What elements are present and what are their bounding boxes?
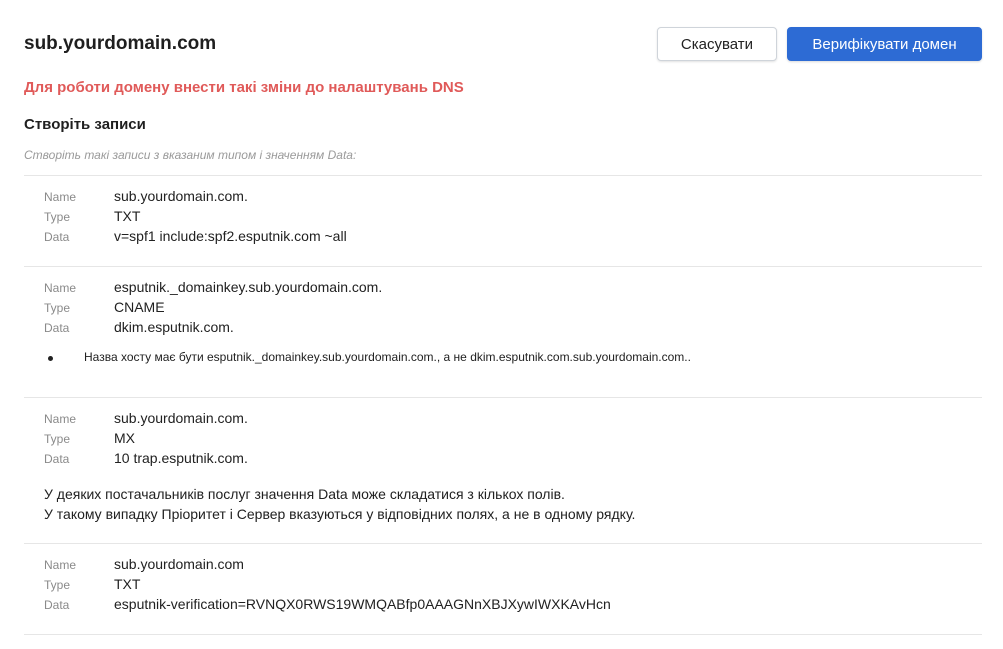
name-label: Name xyxy=(44,558,77,572)
bullet-dot xyxy=(48,356,53,361)
record-data: 10 trap.esputnik.com. xyxy=(114,450,248,466)
record-type: TXT xyxy=(114,208,141,224)
note-line: У такому випадку Пріоритет і Сервер вказ… xyxy=(44,506,636,522)
record-type: CNAME xyxy=(114,299,165,315)
dns-record: Name esputnik._domainkey.sub.yourdomain.c… xyxy=(24,266,982,398)
dns-record: Name sub.yourdomain.com Type TXT Data esput… xyxy=(24,543,982,635)
dns-record: Name sub.yourdomain.com. Type MX Data 10 tr… xyxy=(24,397,982,544)
section-title: Створіть записи xyxy=(24,116,146,133)
records-hint: Створіть такі записи з вказаним типом і … xyxy=(24,148,357,162)
record-name: esputnik._domainkey.sub.yourdomain.com. xyxy=(114,279,383,295)
record-type: MX xyxy=(114,430,135,446)
type-label: Type xyxy=(44,301,71,315)
name-label: Name xyxy=(44,190,77,204)
bullet-text: Назва хосту має бути esputnik._domainkey… xyxy=(84,350,691,364)
dns-record: Name sub.yourdomain.com. Type TXT Data v=sp… xyxy=(24,175,982,267)
record-data: esputnik-verification=RVNQX0RWS19WMQABfp… xyxy=(114,596,611,612)
data-label: Data xyxy=(44,321,70,335)
record-data: dkim.esputnik.com. xyxy=(114,319,234,335)
data-label: Data xyxy=(44,598,70,612)
dns-warning: Для роботи домену внести такі зміни до н… xyxy=(24,79,464,96)
record-name: sub.yourdomain.com xyxy=(114,556,244,572)
page-header: sub.yourdomain.com Скасувати Верифікуват… xyxy=(24,27,983,66)
verify-domain-button[interactable]: Верифікувати домен xyxy=(787,27,982,61)
data-label: Data xyxy=(44,230,70,244)
type-label: Type xyxy=(44,578,71,592)
record-data: v=spf1 include:spf2.esputnik.com ~all xyxy=(114,228,347,244)
type-label: Type xyxy=(44,210,71,224)
name-label: Name xyxy=(44,412,77,426)
record-type: TXT xyxy=(114,576,141,592)
type-label: Type xyxy=(44,432,71,446)
note-line: У деяких постачальників послуг значення … xyxy=(44,486,565,502)
cancel-button[interactable]: Скасувати xyxy=(657,27,777,61)
record-note: У деяких постачальників послуг значення … xyxy=(44,484,635,524)
record-name: sub.yourdomain.com. xyxy=(114,188,248,204)
divider xyxy=(24,634,982,635)
data-label: Data xyxy=(44,452,70,466)
record-name: sub.yourdomain.com. xyxy=(114,410,248,426)
domain-title: sub.yourdomain.com xyxy=(24,33,217,54)
name-label: Name xyxy=(44,281,77,295)
